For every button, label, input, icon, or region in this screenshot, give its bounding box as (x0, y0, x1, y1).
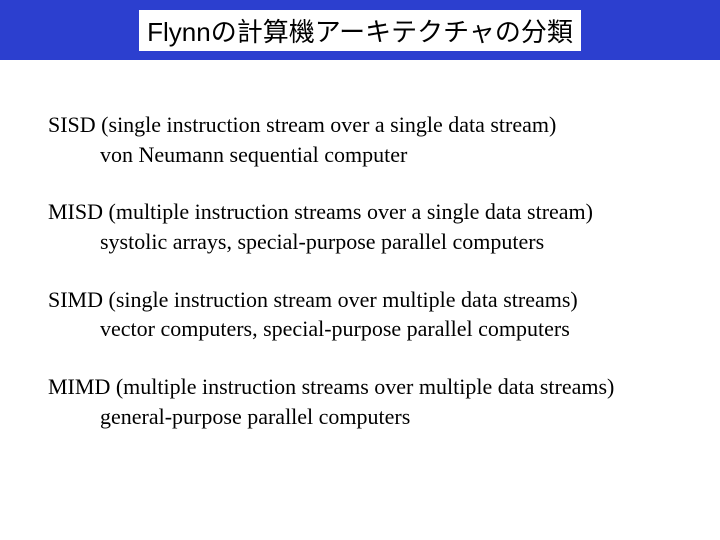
item-heading: MIMD (multiple instruction streams over … (48, 372, 672, 402)
item-description: von Neumann sequential computer (48, 140, 672, 170)
list-item: SISD (single instruction stream over a s… (48, 110, 672, 169)
slide-title: Flynnの計算機アーキテクチャの分類 (139, 10, 581, 51)
slide-header: Flynnの計算機アーキテクチャの分類 (0, 0, 720, 60)
slide-content: SISD (single instruction stream over a s… (0, 60, 720, 480)
item-heading: SISD (single instruction stream over a s… (48, 110, 672, 140)
item-description: systolic arrays, special-purpose paralle… (48, 227, 672, 257)
list-item: MISD (multiple instruction streams over … (48, 197, 672, 256)
item-description: vector computers, special-purpose parall… (48, 314, 672, 344)
list-item: SIMD (single instruction stream over mul… (48, 285, 672, 344)
item-heading: SIMD (single instruction stream over mul… (48, 285, 672, 315)
list-item: MIMD (multiple instruction streams over … (48, 372, 672, 431)
item-heading: MISD (multiple instruction streams over … (48, 197, 672, 227)
item-description: general-purpose parallel computers (48, 402, 672, 432)
